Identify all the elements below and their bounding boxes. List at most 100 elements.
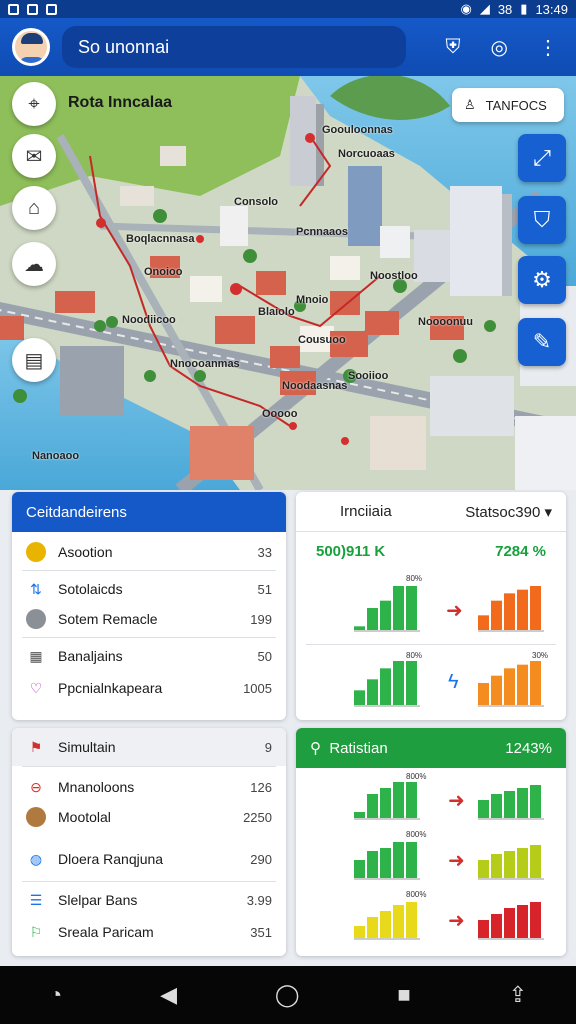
list-item[interactable]: ☰ Slelpar Bans 3.99 xyxy=(12,882,286,918)
app-bar: So unonnai ⛨ ◎ ⋮ xyxy=(0,18,576,76)
chart-bar xyxy=(530,845,541,878)
chart-bar xyxy=(406,661,417,705)
shield-icon[interactable]: ⛨ xyxy=(446,36,461,59)
list-item[interactable]: ▦ Banaljains 50 xyxy=(12,638,286,674)
header-value: 1243% xyxy=(505,739,552,757)
item-label: Sreala Paricam xyxy=(58,924,154,940)
location-icon[interactable]: ⌖ xyxy=(12,82,56,126)
chart-bar xyxy=(393,586,404,630)
chart-bar xyxy=(504,791,515,818)
map-label: Blaiolo xyxy=(258,306,295,318)
stat-left: 500)911 K xyxy=(316,542,386,560)
arrow-right-icon: ➜ xyxy=(448,850,465,872)
mini-chart xyxy=(354,842,544,880)
statistics-panel: Irnciiaia Statsoc390 ▾ 500)911 K 7284 % … xyxy=(296,492,566,720)
item-value: 3.99 xyxy=(246,892,272,908)
mini-chart xyxy=(354,902,544,940)
search-text: So unonnai xyxy=(78,36,170,57)
list-item[interactable]: Asootion 33 xyxy=(12,534,286,570)
home-icon[interactable]: ◯ xyxy=(275,982,300,1008)
mini-chart-row: 80% ➜ xyxy=(296,570,566,644)
chart-bar xyxy=(380,848,391,878)
battery-icon: ▮ xyxy=(520,1,528,16)
item-label: Dloera Ranqjuna xyxy=(58,851,164,867)
more-vert-icon[interactable]: ⋮ xyxy=(538,35,558,60)
chart-bar xyxy=(393,905,404,938)
chart-bar xyxy=(380,668,391,705)
list-item[interactable]: Mootolal 2250 xyxy=(12,799,286,835)
chart-bar xyxy=(504,851,515,878)
mini-chart-row: 800% ➜ xyxy=(296,768,566,828)
person-icon xyxy=(24,805,48,829)
map-label: Consolo xyxy=(234,196,278,208)
globe-icon: ◍ xyxy=(29,850,43,867)
mini-chart xyxy=(354,661,544,707)
chart-bar xyxy=(517,905,528,938)
recent-icon[interactable]: ■ xyxy=(397,982,410,1008)
search-field[interactable]: So unonnai xyxy=(62,26,406,68)
shield-icon[interactable]: ⛉ xyxy=(518,196,566,244)
item-label: Mootolal xyxy=(58,809,111,825)
notification-icon xyxy=(8,3,19,15)
list-icon: ☰ xyxy=(29,891,43,908)
image-icon xyxy=(24,607,48,631)
trend-icon: ⚲ xyxy=(310,740,321,757)
user-chip[interactable]: ♙ TANFOCS xyxy=(452,88,564,122)
chart-bar xyxy=(491,675,502,705)
chart-bar xyxy=(478,800,489,818)
chart-bar xyxy=(530,785,541,818)
notification-icon xyxy=(27,3,38,15)
chart-bar xyxy=(393,782,404,818)
map-label: Norcuoaas xyxy=(338,148,395,160)
share-icon[interactable]: ⇪ xyxy=(509,982,527,1008)
chart-top-label: 30% xyxy=(532,651,549,660)
chart-top-label: 80% xyxy=(406,574,423,583)
city-map[interactable]: Goouloonnas Norcuoaas Consolo Boqlacnnas… xyxy=(0,76,576,490)
simulation-panel: ⚑ Simultain 9 ⊖ Mnanoloons 126 Mootolal … xyxy=(12,728,286,956)
list-item[interactable]: ⚐ Sreala Paricam 351 xyxy=(12,914,286,950)
settings-icon[interactable]: ⚙ xyxy=(518,256,566,304)
chart-bar xyxy=(504,908,515,938)
map-label: Noodaasnas xyxy=(282,380,348,392)
mini-chart-row: 80% 30% ϟ xyxy=(296,645,566,719)
panel-title: Irnciiaia xyxy=(340,503,392,520)
timer-icon[interactable]: ◔ xyxy=(49,982,62,1008)
signal-icon: ◢ xyxy=(479,1,490,16)
list-item[interactable]: ◍ Dloera Ranqjuna 290 xyxy=(12,841,286,877)
map-label: Noooonuu xyxy=(418,316,473,328)
signal-strength: 38 xyxy=(497,1,513,17)
panel-title: Simultain xyxy=(58,739,116,755)
map-label: Cousuoo xyxy=(298,334,346,346)
chip-label: TANFOCS xyxy=(485,97,547,113)
item-value: 33 xyxy=(257,544,272,560)
chart-bar xyxy=(367,851,378,878)
chart-top-label: 800% xyxy=(406,772,427,781)
layers-icon[interactable]: ☁ xyxy=(12,242,56,286)
back-icon[interactable]: ◀ xyxy=(160,982,177,1008)
map-label: Sooiioo xyxy=(348,370,389,382)
period-dropdown[interactable]: Statsoc390 ▾ xyxy=(465,503,552,521)
dropdown-label: Statsoc390 xyxy=(465,503,541,521)
bookmark-icon[interactable]: ⌂ xyxy=(12,186,56,230)
map-expand-icon[interactable]: ⤢ xyxy=(518,134,566,182)
panel-header: Ceitdandeirens xyxy=(12,492,286,532)
list-item[interactable]: ♡ Ppcnialnkapeara 1005 xyxy=(12,670,286,706)
chart-bar xyxy=(478,683,489,705)
edit-icon[interactable]: ✎ xyxy=(518,318,566,366)
list-item[interactable]: Sotem Remacle 199 xyxy=(12,601,286,637)
arrow-right-icon: ➜ xyxy=(448,790,465,812)
chart-bar xyxy=(478,920,489,938)
compass-icon[interactable]: ◎ xyxy=(491,35,508,60)
chart-bar xyxy=(530,586,541,630)
item-label: Asootion xyxy=(58,544,113,560)
chart-bar xyxy=(380,911,391,938)
user-avatar[interactable] xyxy=(12,28,50,66)
map-label: Mnoio xyxy=(296,294,329,306)
clipboard-icon[interactable]: ▤ xyxy=(12,338,56,382)
chart-bar xyxy=(367,608,378,630)
coin-icon xyxy=(24,540,48,564)
map-label: Nnoooanmas xyxy=(170,358,240,370)
notification-icon xyxy=(46,3,57,15)
status-bar: ◉ ◢ 38 ▮ 13:49 xyxy=(0,0,576,18)
mail-icon[interactable]: ✉ xyxy=(12,134,56,178)
